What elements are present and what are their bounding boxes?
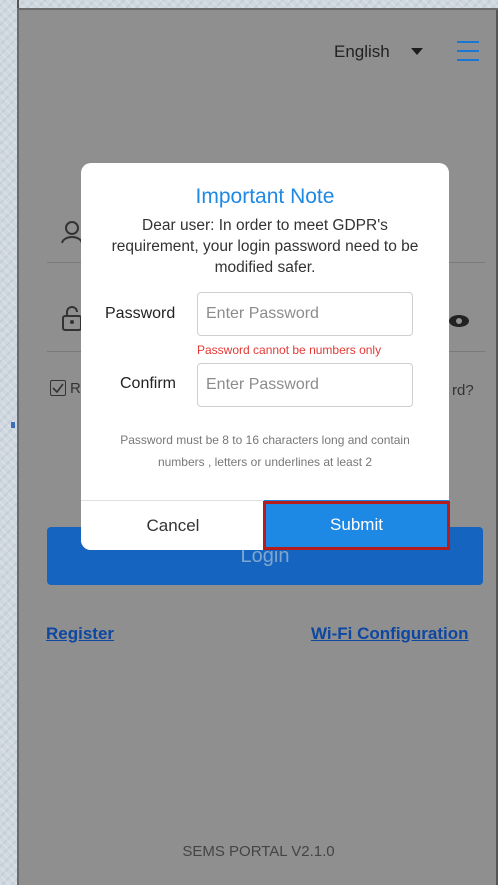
remember-checkbox[interactable] — [50, 380, 66, 396]
hint-line-1: Password must be 8 to 16 characters long… — [120, 433, 410, 447]
cancel-button[interactable]: Cancel — [81, 501, 265, 550]
password-hint: Password must be 8 to 16 characters long… — [95, 429, 435, 473]
hamburger-menu-icon[interactable] — [457, 41, 479, 61]
register-link[interactable]: Register — [46, 624, 114, 644]
eye-icon[interactable] — [448, 314, 470, 328]
wifi-configuration-link[interactable]: Wi-Fi Configuration — [311, 624, 469, 644]
version-label: SEMS PORTAL V2.1.0 — [182, 843, 335, 860]
caret-down-icon[interactable] — [411, 48, 423, 55]
dialog-title: Important Note — [195, 185, 335, 208]
hint-line-2: numbers , letters or underlines at least… — [157, 455, 373, 469]
password-input[interactable] — [197, 292, 413, 336]
side-marker — [11, 422, 15, 428]
dialog-message: Dear user: In order to meet GDPR's requi… — [111, 217, 419, 276]
confirm-label: Confirm — [120, 375, 177, 392]
password-label: Password — [105, 305, 176, 322]
lock-icon — [62, 306, 82, 331]
confirm-password-input[interactable] — [197, 363, 413, 407]
important-note-dialog: Important Note Dear user: In order to me… — [81, 163, 449, 550]
language-selector[interactable]: English — [334, 42, 390, 62]
check-icon — [52, 383, 64, 394]
user-icon — [61, 221, 83, 244]
forgot-password-link[interactable]: rd? — [452, 382, 474, 399]
remember-label: R — [70, 380, 81, 397]
submit-highlight-box — [263, 501, 450, 550]
password-error: Password cannot be numbers only — [197, 343, 382, 357]
